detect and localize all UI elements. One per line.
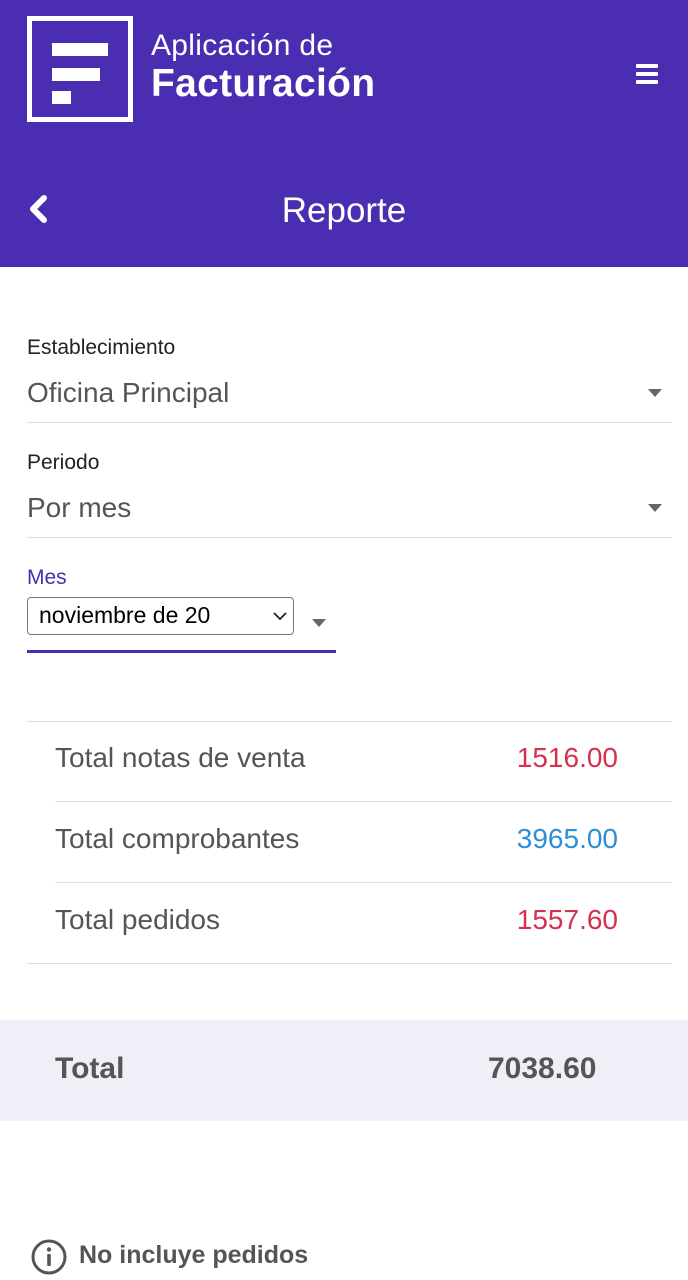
divider — [27, 537, 672, 538]
app-title-line2: Facturación — [151, 62, 376, 105]
establecimiento-select[interactable]: Establecimiento Oficina Principal — [27, 336, 672, 423]
row-value: 1557.60 — [516, 904, 618, 935]
total-label: Total — [55, 1052, 125, 1085]
row-label: Total notas de venta — [55, 742, 306, 773]
row-label: Total comprobantes — [55, 823, 300, 854]
page-title: Reporte — [281, 191, 407, 230]
row-value: 1516.00 — [516, 742, 618, 773]
establecimiento-label: Establecimiento — [27, 336, 176, 359]
divider — [27, 422, 672, 423]
note-text: No incluye pedidos — [79, 1241, 309, 1269]
caret-down-icon — [648, 389, 662, 397]
total-value: 7038.60 — [488, 1052, 597, 1085]
row-label: Total pedidos — [55, 904, 221, 935]
app-logo — [27, 16, 133, 122]
info-icon — [31, 1239, 67, 1275]
mes-underline — [27, 650, 336, 653]
periodo-value: Por mes — [27, 492, 132, 523]
establecimiento-value: Oficina Principal — [27, 377, 230, 408]
summary-row-pedidos: Total pedidos 1557.60 — [27, 883, 672, 964]
hamburger-menu-icon[interactable] — [636, 64, 658, 84]
mes-select[interactable]: noviembre de 20 — [27, 597, 294, 635]
mes-value: noviembre de 20 — [39, 602, 211, 628]
mes-label: Mes — [27, 566, 67, 589]
chevron-down-icon — [272, 609, 288, 621]
periodo-select[interactable]: Periodo Por mes — [27, 451, 672, 538]
total-row: Total 7038.60 — [0, 1020, 688, 1121]
caret-down-icon — [648, 504, 662, 512]
row-value: 3965.00 — [516, 823, 618, 854]
summary-row-comprobantes: Total comprobantes 3965.00 — [55, 802, 672, 883]
app-title-line1: Aplicación de — [151, 29, 334, 62]
summary-row-notas: Total notas de venta 1516.00 — [55, 721, 672, 802]
app-title: Aplicación de Facturación — [151, 28, 375, 104]
caret-down-icon[interactable] — [312, 619, 326, 627]
app-header: Aplicación de Facturación Reporte — [0, 0, 688, 267]
periodo-label: Periodo — [27, 451, 100, 474]
